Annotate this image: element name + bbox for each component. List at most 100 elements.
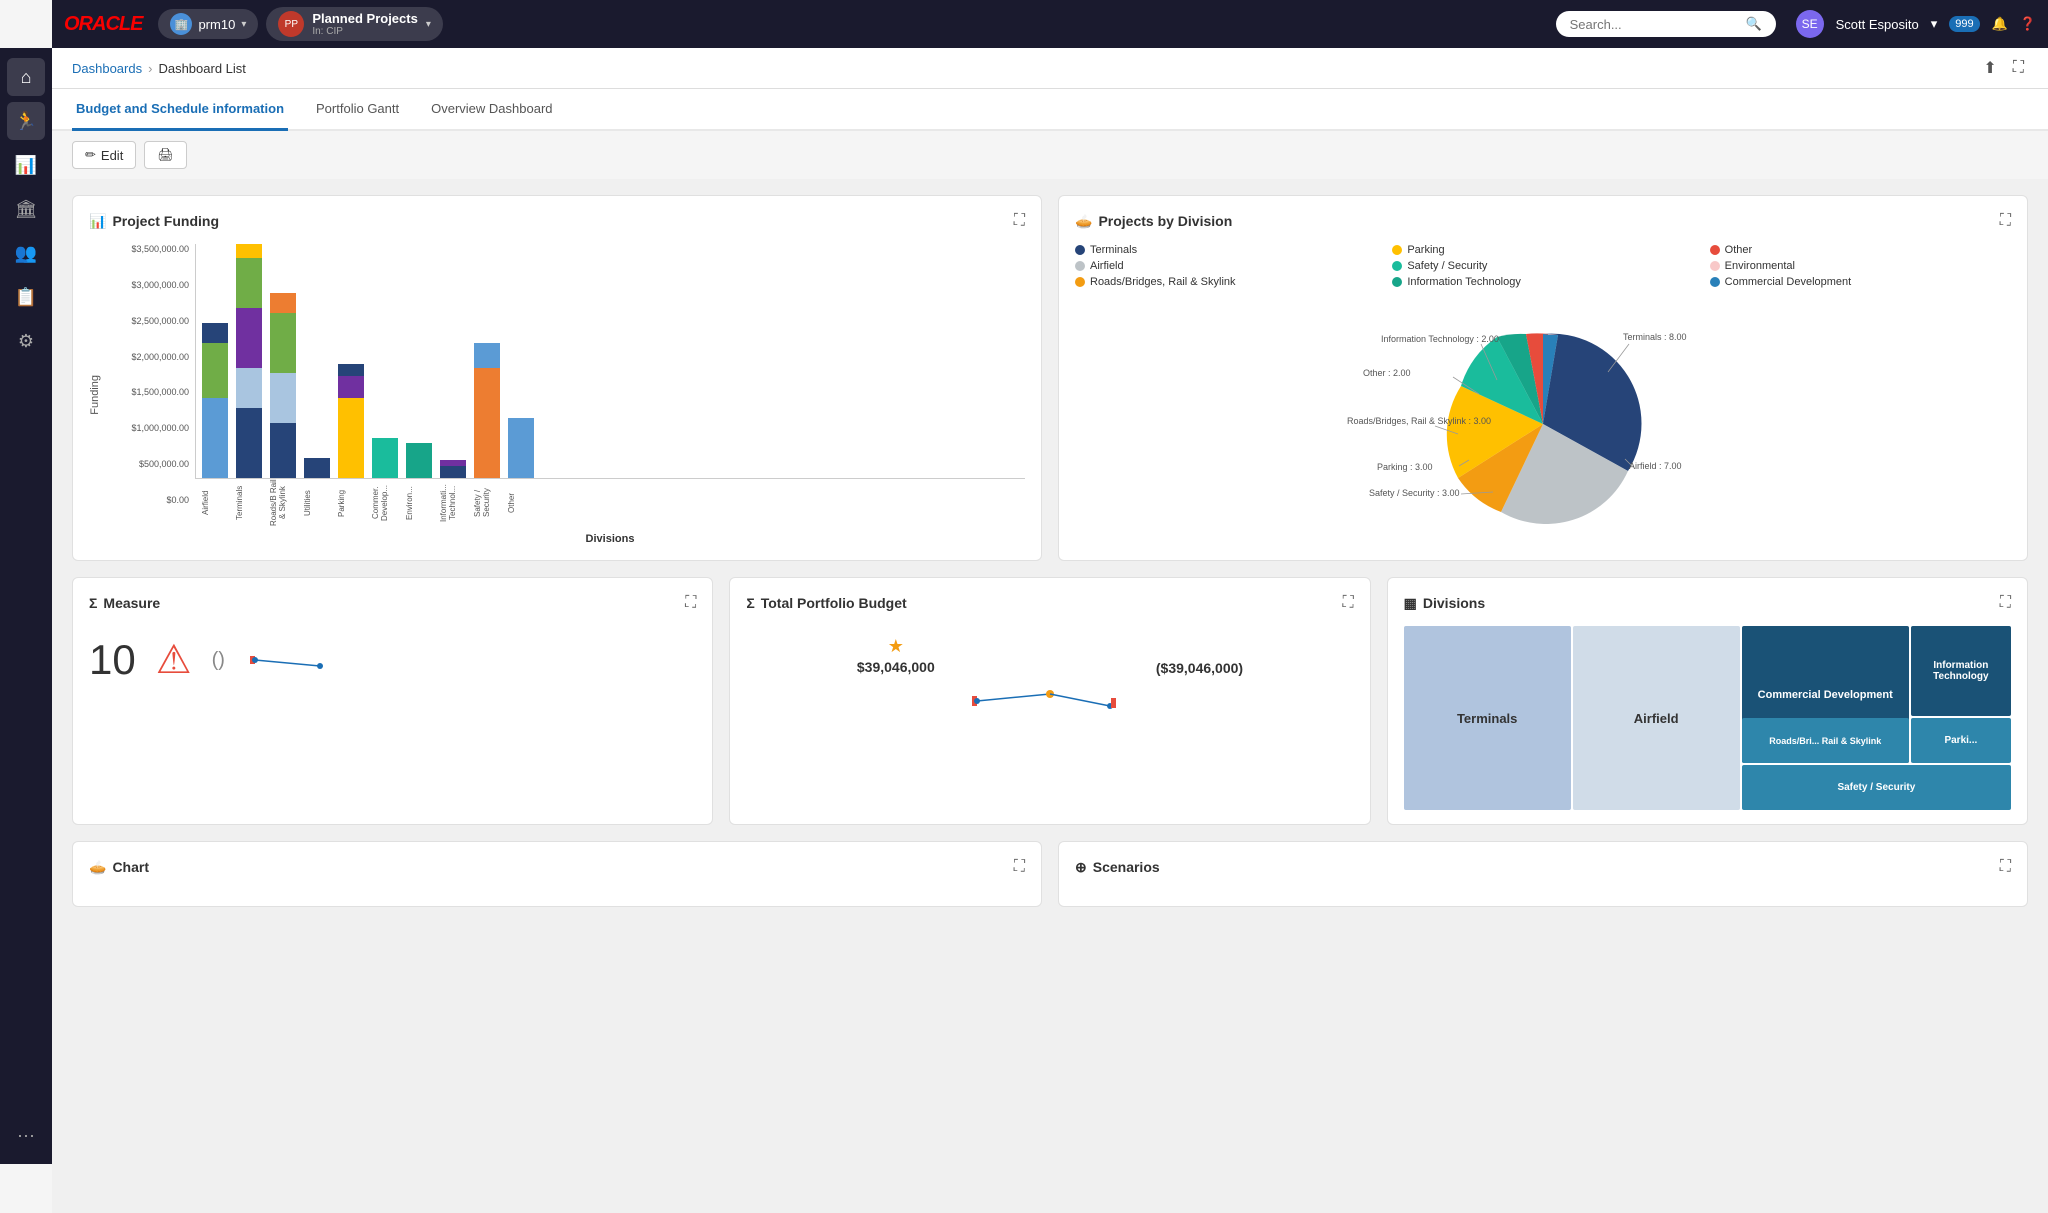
x-label-airfield: Airfield	[201, 479, 227, 527]
edit-button[interactable]: ✏ Edit	[72, 141, 136, 169]
y-val-7: $3,500,000.00	[105, 244, 189, 254]
x-label-commercial: Commer. Develop...	[371, 479, 397, 527]
projects-by-division-card: 🥧 Projects by Division ⛶ Terminals Parki…	[1058, 195, 2028, 561]
bar-parking	[338, 364, 364, 478]
bar-segment	[508, 418, 534, 478]
portfolio-expand-button[interactable]: ⛶	[1342, 594, 1353, 612]
y-val-0: $0.00	[105, 495, 189, 505]
sidebar-building-icon[interactable]: 🏛	[7, 190, 45, 228]
breadcrumb-separator: ›	[148, 61, 152, 76]
x-axis-label: Divisions	[195, 533, 1025, 545]
breadcrumb-bar: Dashboards › Dashboard List ⬆ ⛶	[52, 48, 2048, 89]
y-val-2: $1,000,000.00	[105, 423, 189, 433]
measure-sparkline-svg	[245, 644, 325, 674]
bar-segment	[304, 458, 330, 478]
share-button[interactable]: ⬆	[1979, 56, 2000, 80]
project-title: Planned Projects	[312, 11, 417, 26]
bar-it	[440, 460, 466, 478]
treemap-cell: Parki...	[1911, 718, 2011, 763]
sidebar-gear-icon[interactable]: ⚙	[7, 322, 45, 360]
search-icon: 🔍	[1745, 16, 1761, 32]
treemap-cell: Information Technology	[1911, 626, 2011, 716]
measure-secondary: ()	[212, 649, 225, 672]
total-portfolio-card: Σ Total Portfolio Budget ⛶ ★ $39,046,000…	[729, 577, 1370, 825]
sidebar-list-icon[interactable]: 📋	[7, 278, 45, 316]
scenarios-card: ⊕ Scenarios ⛶	[1058, 841, 2028, 907]
print-button[interactable]: 🖨	[144, 141, 187, 169]
treemap-cell: Safety / Security	[1742, 765, 2011, 810]
bottom-row: Σ Measure ⛶ 10 ⚠ ()	[72, 577, 2028, 825]
sidebar-more-icon[interactable]: ···	[7, 1116, 45, 1154]
x-labels: Airfield Terminals Roads/B Rail & Skylin…	[195, 479, 1025, 527]
bar-chart-inner: Funding $3,500,000.00 $3,000,000.00 $2,5…	[89, 244, 1025, 545]
sidebar-person-icon[interactable]: 🏃	[7, 102, 45, 140]
total-portfolio-header: Σ Total Portfolio Budget ⛶	[746, 594, 1353, 612]
tabs-bar: Budget and Schedule information Portfoli…	[52, 89, 2048, 131]
chart-title: 🥧 Chart	[89, 859, 149, 876]
treemap-cell: Terminals	[1404, 626, 1571, 810]
measure-content: 10 ⚠ ()	[89, 626, 696, 694]
scenarios-expand-button[interactable]: ⛶	[2000, 858, 2011, 876]
bar-other	[508, 418, 534, 478]
bar-segment	[338, 398, 364, 478]
y-axis: $3,500,000.00 $3,000,000.00 $2,500,000.0…	[105, 244, 195, 545]
scenarios-icon: ⊕	[1075, 859, 1087, 876]
project-sub: In: CIP	[312, 26, 417, 37]
search-bar[interactable]: 🔍	[1556, 11, 1776, 37]
bar-segment	[236, 368, 262, 408]
bar-segment	[338, 376, 364, 398]
bar-roads	[270, 293, 296, 478]
pie-chart-svg: Information Technology : 2.00 Other : 2.…	[1333, 304, 1753, 524]
user-avatar: SE	[1796, 10, 1824, 38]
workspace-arrow-icon: ▾	[241, 19, 246, 30]
left-sidebar: ⌂ 🏃 📊 🏛 👥 📋 ⚙ ···	[0, 48, 52, 1164]
measure-sparkline	[245, 644, 696, 677]
bar-segment	[406, 443, 432, 478]
division-expand-button[interactable]: ⛶	[2000, 212, 2011, 230]
legend-terminals: Terminals	[1075, 244, 1376, 256]
bars-grid	[195, 244, 1025, 479]
bar-segment	[202, 398, 228, 478]
breadcrumb-parent[interactable]: Dashboards	[72, 61, 142, 76]
legend-safety: Safety / Security	[1392, 260, 1693, 272]
help-icon[interactable]: ❓	[2020, 16, 2036, 32]
legend-dot-safety	[1392, 261, 1402, 271]
sidebar-chart-icon[interactable]: 📊	[7, 146, 45, 184]
fullscreen-button[interactable]: ⛶	[2009, 56, 2028, 80]
bell-icon[interactable]: 🔔	[1992, 16, 2008, 32]
divisions-expand-button[interactable]: ⛶	[2000, 594, 2011, 612]
tab-overview-dashboard[interactable]: Overview Dashboard	[427, 89, 556, 131]
sidebar-people-icon[interactable]: 👥	[7, 234, 45, 272]
sidebar-home-icon[interactable]: ⌂	[7, 58, 45, 96]
bar-segment	[270, 373, 296, 423]
y-val-6: $3,000,000.00	[105, 280, 189, 290]
workspace-chip[interactable]: 🏢 prm10 ▾	[158, 9, 258, 39]
bar-environ	[406, 443, 432, 478]
legend-dot-roads	[1075, 277, 1085, 287]
toolbar: ✏ Edit 🖨	[52, 131, 2048, 179]
measure-expand-button[interactable]: ⛶	[685, 594, 696, 612]
x-label-it: Informati... Technol...	[439, 479, 465, 527]
chart-expand-button[interactable]: ⛶	[1014, 858, 1025, 876]
x-label-roads: Roads/B Rail & Skylink	[269, 479, 295, 527]
pie-label-parking: Parking : 3.00	[1377, 462, 1433, 472]
bar-segment	[270, 313, 296, 373]
chart-icon: 🥧	[89, 859, 106, 876]
tab-budget-schedule[interactable]: Budget and Schedule information	[72, 89, 288, 131]
projects-by-division-header: 🥧 Projects by Division ⛶	[1075, 212, 2011, 230]
portfolio-value2: ($39,046,000)	[1156, 636, 1243, 676]
bar-chart-container: Funding $3,500,000.00 $3,000,000.00 $2,5…	[89, 244, 1025, 544]
notification-badge[interactable]: 999	[1949, 16, 1979, 32]
legend-airfield: Airfield	[1075, 260, 1376, 272]
tab-portfolio-gantt[interactable]: Portfolio Gantt	[312, 89, 403, 131]
scenarios-title: ⊕ Scenarios	[1075, 859, 1160, 876]
project-chip[interactable]: PP Planned Projects In: CIP ▾	[266, 7, 443, 41]
project-avatar: PP	[278, 11, 304, 37]
pie-label-safety: Safety / Security : 3.00	[1369, 488, 1460, 498]
funding-expand-button[interactable]: ⛶	[1014, 212, 1025, 230]
search-input[interactable]	[1570, 17, 1740, 32]
treemap-cell: Roads/Bri... Rail & Skylink	[1742, 718, 1909, 763]
bar-airfield	[202, 323, 228, 478]
bar-terminals	[236, 244, 262, 478]
grid-icon: ▦	[1404, 595, 1417, 612]
